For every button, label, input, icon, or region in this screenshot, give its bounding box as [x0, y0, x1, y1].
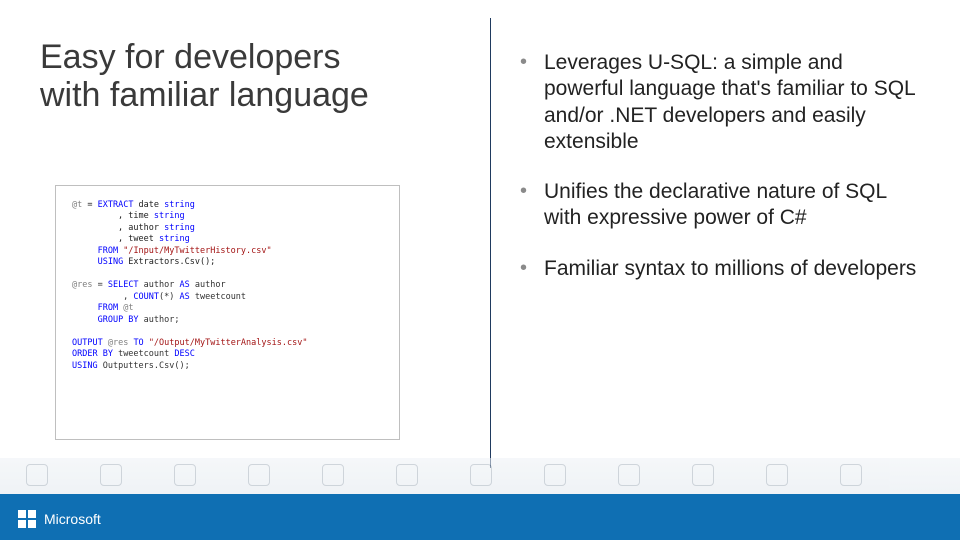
code-sample: @t = EXTRACT date string , time string ,… [55, 185, 400, 440]
bullet-item: Leverages U-SQL: a simple and powerful l… [520, 50, 920, 155]
vertical-divider [490, 18, 491, 468]
slide-title: Easy for developers with familiar langua… [40, 38, 470, 114]
bullet-list: Leverages U-SQL: a simple and powerful l… [520, 50, 920, 282]
title-line-2: with familiar language [40, 76, 369, 114]
brand-logo: Microsoft [18, 510, 101, 528]
microsoft-icon [18, 510, 36, 528]
slide: Easy for developers with familiar langua… [0, 0, 960, 540]
footer-bar: Microsoft [0, 494, 960, 540]
footer-decoration [0, 458, 960, 494]
bullet-item: Familiar syntax to millions of developer… [520, 256, 920, 282]
left-column: Easy for developers with familiar langua… [40, 38, 470, 114]
title-line-1: Easy for developers [40, 38, 341, 76]
bullet-item: Unifies the declarative nature of SQL wi… [520, 179, 920, 232]
right-column: Leverages U-SQL: a simple and powerful l… [520, 50, 920, 306]
brand-text: Microsoft [44, 511, 101, 527]
